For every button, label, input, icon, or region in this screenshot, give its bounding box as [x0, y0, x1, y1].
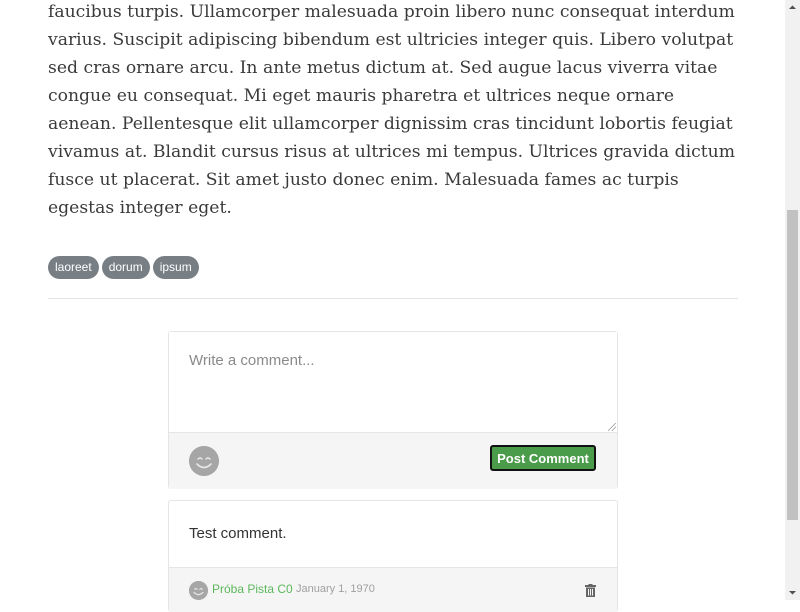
trash-icon[interactable] — [585, 584, 596, 597]
resize-handle[interactable] — [608, 423, 616, 431]
comment-meta: Próba Pista C0 January 1, 1970 — [169, 567, 617, 612]
scrollbar[interactable] — [785, 0, 800, 600]
smiley-avatar-icon — [189, 446, 219, 476]
tag[interactable]: ipsum — [152, 256, 199, 279]
comment-item: Test comment. Próba Pista C0 January 1, … — [168, 500, 618, 612]
comment-author-link[interactable]: Próba Pista C0 — [212, 582, 293, 596]
comment-input[interactable] — [169, 332, 617, 432]
divider — [48, 298, 738, 299]
tag[interactable]: dorum — [101, 256, 150, 279]
post-comment-button[interactable]: Post Comment — [490, 445, 596, 471]
comment-form-footer: Post Comment — [169, 432, 617, 489]
tag-list: laoreet dorum ipsum — [48, 256, 199, 279]
tag[interactable]: laoreet — [48, 256, 99, 279]
scroll-down-arrow-icon[interactable] — [785, 585, 800, 600]
comment-text: Test comment. — [189, 525, 287, 542]
scroll-up-arrow-icon[interactable] — [785, 0, 800, 15]
article-body: faucibus turpis. Ullamcorper malesuada p… — [48, 2, 735, 218]
scrollbar-thumb[interactable] — [787, 210, 798, 520]
smiley-avatar-icon — [189, 581, 208, 600]
comment-date: January 1, 1970 — [296, 583, 375, 595]
comment-form: Post Comment — [168, 331, 618, 489]
